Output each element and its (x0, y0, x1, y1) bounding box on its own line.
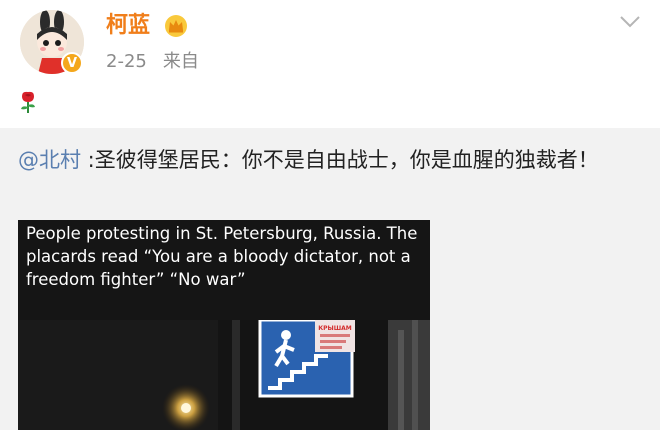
chevron-down-icon[interactable] (619, 14, 641, 30)
rose-icon (21, 91, 35, 113)
crown-icon[interactable] (163, 14, 189, 38)
image-caption: People protesting in St. Petersburg, Rus… (26, 224, 418, 289)
repost-body: :圣彼得堡居民：你不是自由战士，你是血腥的独裁者！ (81, 148, 599, 172)
verified-badge-icon: V (61, 52, 83, 74)
media-image[interactable]: People protesting in St. Petersburg, Rus… (18, 220, 430, 430)
sign-text: КРЫШАМ (318, 325, 352, 332)
protest-photo: КРЫШАМ (18, 320, 430, 430)
repost-text: @北村 :圣彼得堡居民：你不是自由战士，你是血腥的独裁者！ (18, 144, 638, 176)
repost-block[interactable]: @北村 :圣彼得堡居民：你不是自由战士，你是血腥的独裁者！ People pro… (0, 128, 660, 430)
post-header: V 柯蓝 2-25 来自 (0, 0, 660, 128)
mention-link[interactable]: @北村 (18, 148, 81, 172)
post-source-label: 来自 (162, 51, 199, 72)
post-date: 2-25 (106, 51, 147, 72)
author-name[interactable]: 柯蓝 (106, 12, 150, 40)
post-meta: 2-25 来自 (106, 50, 199, 74)
